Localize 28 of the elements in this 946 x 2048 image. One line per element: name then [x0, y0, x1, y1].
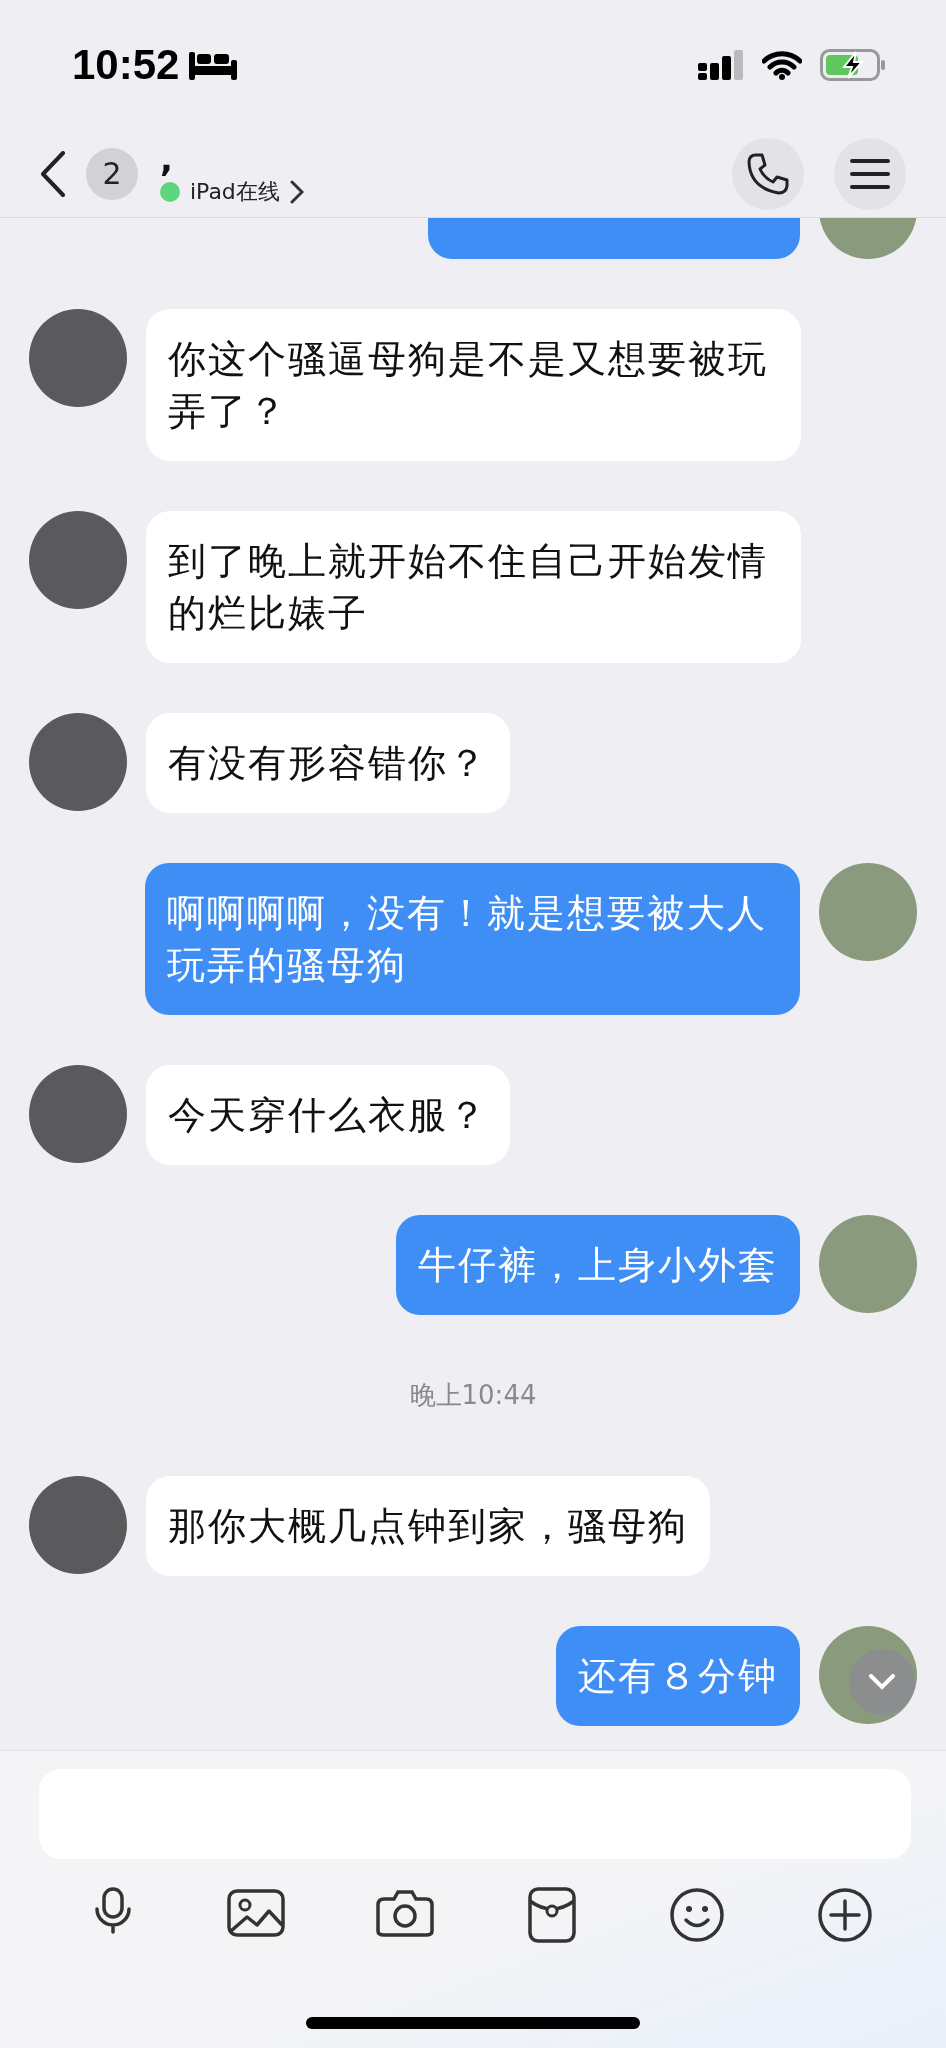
- battery-icon: [820, 49, 886, 81]
- message-bubble: 那你大概几点钟到家，骚母狗: [146, 1476, 710, 1576]
- message-bubble: 你这个骚逼母狗是不是又想要被玩弄了？: [146, 309, 801, 461]
- message-bubble: 到了晚上就开始不住自己开始发情的烂比婊子: [146, 511, 801, 663]
- phone-icon: [746, 151, 790, 196]
- presence-status[interactable]: iPad在线: [160, 176, 702, 207]
- bed-icon: [189, 50, 238, 80]
- message-bubble: 还有８分钟: [556, 1626, 800, 1726]
- unread-badge: 2: [86, 147, 138, 200]
- timestamp: 晚上10:44: [409, 1379, 537, 1412]
- image-icon[interactable]: [226, 1887, 285, 1939]
- wifi-icon: [762, 50, 802, 80]
- envelope-icon[interactable]: [525, 1887, 578, 1943]
- contact-name: ,: [160, 140, 174, 177]
- signal-icon: [698, 50, 744, 80]
- back-icon: [40, 150, 66, 197]
- smiley-icon[interactable]: [669, 1887, 726, 1943]
- chevron-right-icon: [289, 179, 304, 204]
- camera-icon[interactable]: [376, 1887, 435, 1939]
- menu-icon: [850, 156, 890, 191]
- message-bubble: 今天穿什么衣服？: [146, 1065, 510, 1165]
- chevron-down-icon: [869, 1674, 895, 1690]
- status-time: 10:52: [72, 41, 180, 89]
- back-button[interactable]: [40, 150, 66, 197]
- message-bubble: 有没有形容错你？: [146, 713, 510, 813]
- message-bubble: 啊啊啊啊，没有！就是想要被大人玩弄的骚母狗: [145, 863, 800, 1015]
- message-bubble: 牛仔裤，上身小外套: [396, 1215, 800, 1315]
- plus-icon[interactable]: [816, 1887, 873, 1943]
